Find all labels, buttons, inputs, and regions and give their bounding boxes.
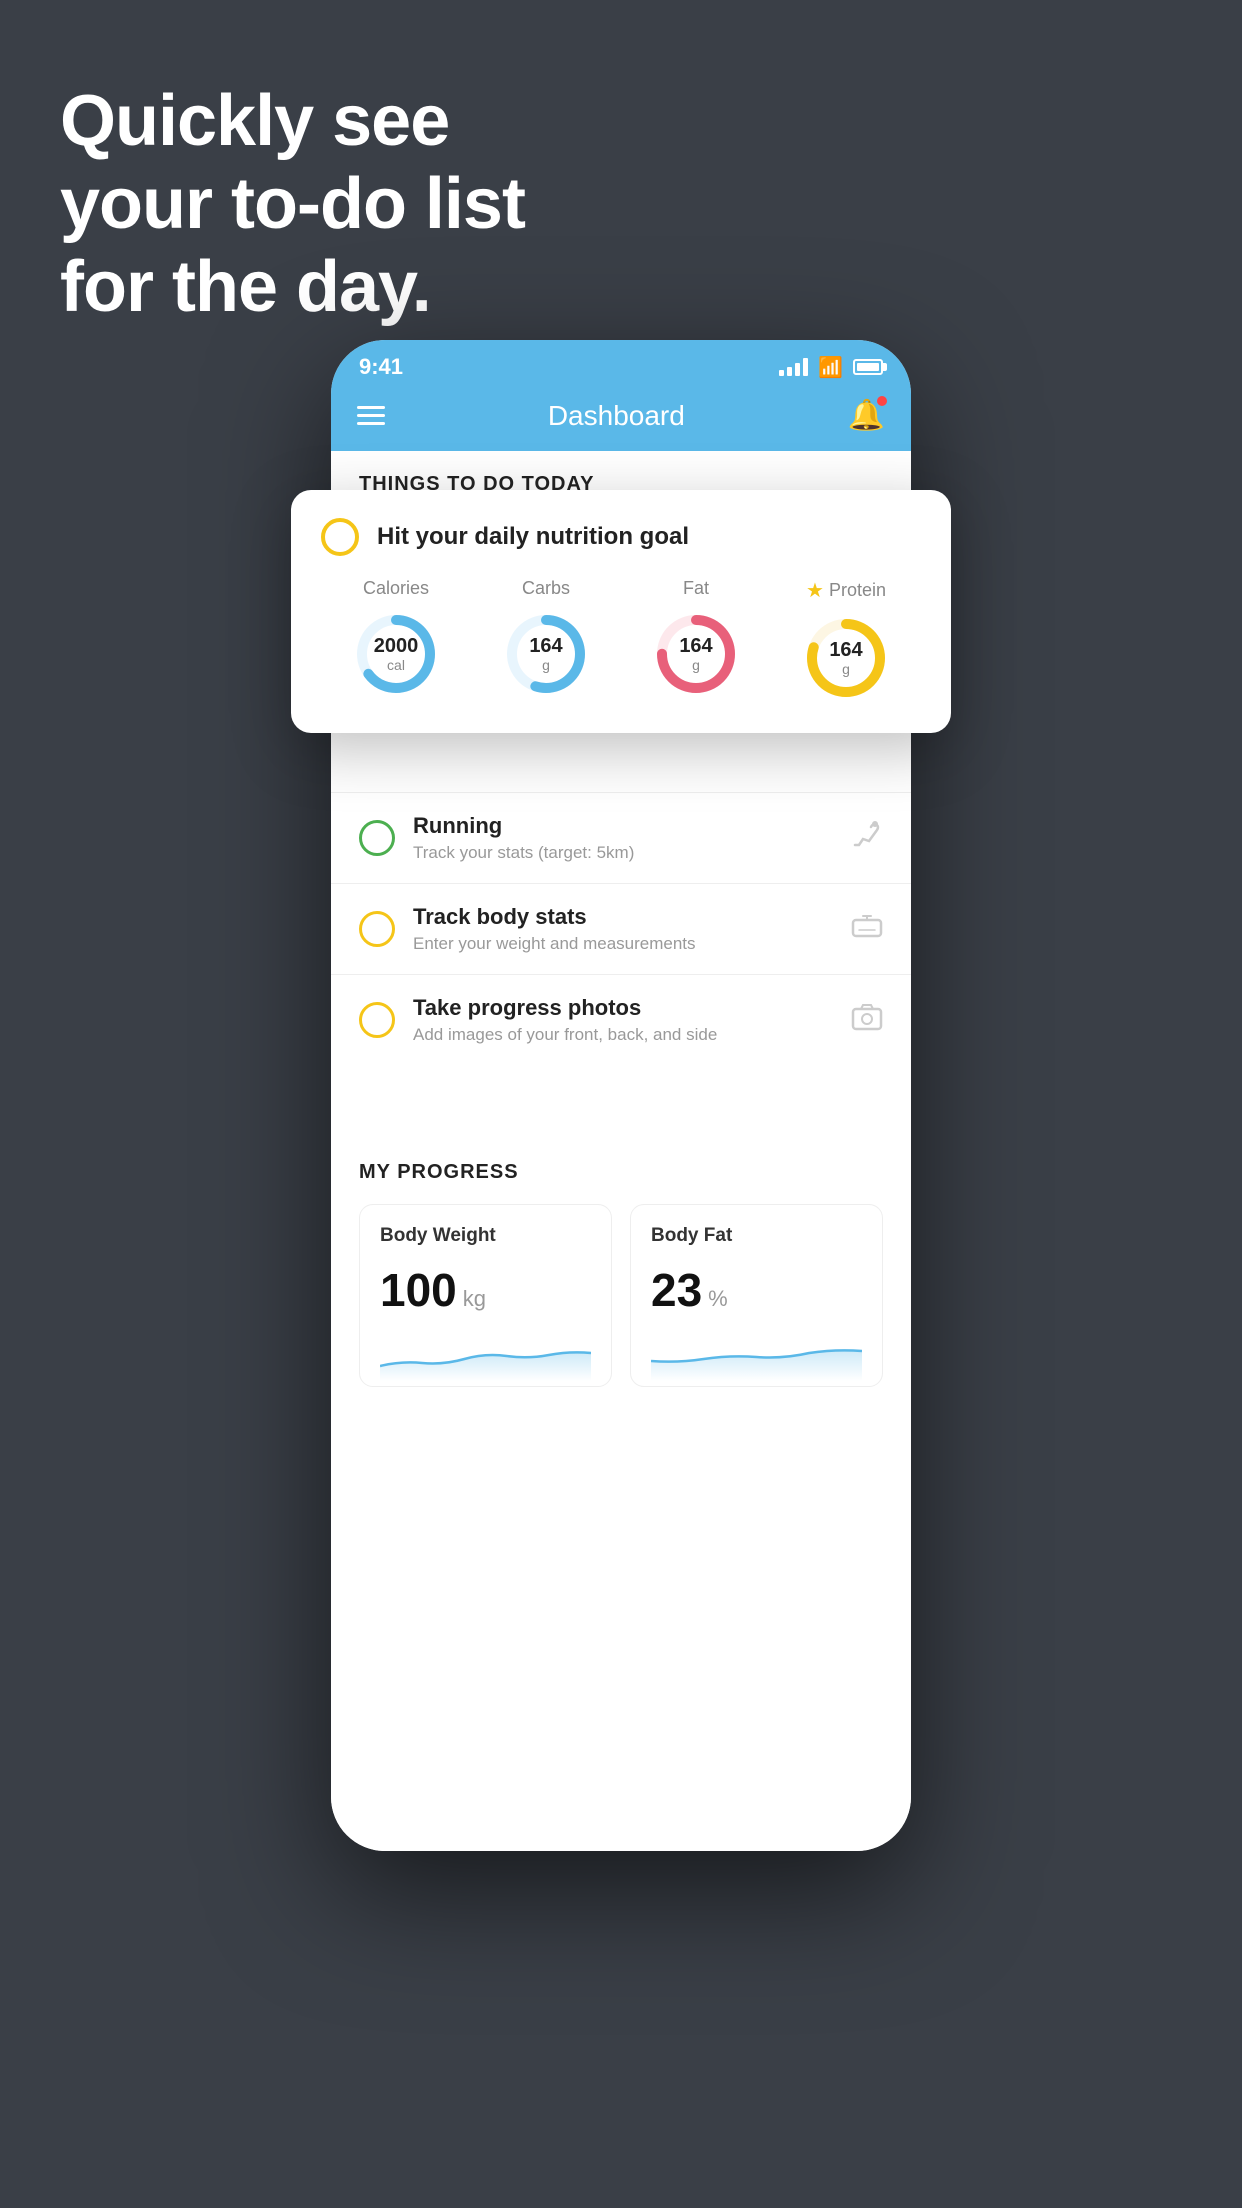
fat-sparkline: [651, 1331, 862, 1381]
progress-section: MY PROGRESS Body Weight 100 kg: [331, 1125, 911, 1415]
menu-button[interactable]: [357, 406, 385, 425]
nutrition-card-header: Hit your daily nutrition goal: [321, 518, 921, 556]
todo-text-photos: Take progress photos Add images of your …: [413, 995, 833, 1045]
fat-donut: 164 g: [651, 609, 741, 699]
list-item[interactable]: Take progress photos Add images of your …: [331, 974, 911, 1065]
hero-line2: your to-do list: [60, 163, 525, 246]
macro-protein: ★ Protein 164 g: [801, 578, 891, 703]
nav-title: Dashboard: [548, 400, 685, 432]
list-item[interactable]: Running Track your stats (target: 5km): [331, 792, 911, 883]
progress-cards: Body Weight 100 kg: [359, 1204, 883, 1387]
todo-checkbox-photos[interactable]: [359, 1002, 395, 1038]
todo-title: Running: [413, 813, 833, 839]
hero-text: Quickly see your to-do list for the day.: [60, 80, 525, 328]
status-bar: 9:41 📶: [331, 340, 911, 388]
todo-subtitle: Add images of your front, back, and side: [413, 1025, 833, 1045]
protein-donut: 164 g: [801, 613, 891, 703]
protein-label: ★ Protein: [806, 578, 886, 603]
weight-unit: kg: [463, 1286, 486, 1312]
notification-dot: [877, 396, 887, 406]
body-fat-value: 23 %: [651, 1263, 862, 1317]
macro-calories: Calories 2000 cal: [351, 578, 441, 699]
todo-title: Take progress photos: [413, 995, 833, 1021]
todo-checkbox-running[interactable]: [359, 820, 395, 856]
body-weight-label: Body Weight: [380, 1225, 591, 1247]
carbs-value: 164 g: [529, 635, 562, 673]
protein-value: 164 g: [829, 639, 862, 677]
calories-donut: 2000 cal: [351, 609, 441, 699]
macro-fat: Fat 164 g: [651, 578, 741, 699]
calories-label: Calories: [363, 578, 429, 599]
body-weight-card[interactable]: Body Weight 100 kg: [359, 1204, 612, 1387]
status-icons: 📶: [779, 355, 883, 380]
spacer: [331, 1065, 911, 1125]
fat-label: Fat: [683, 578, 709, 599]
list-item[interactable]: Track body stats Enter your weight and m…: [331, 883, 911, 974]
time-display: 9:41: [359, 354, 403, 380]
weight-sparkline: [380, 1331, 591, 1381]
body-weight-value: 100 kg: [380, 1263, 591, 1317]
todo-list: Running Track your stats (target: 5km) T…: [331, 792, 911, 1065]
hero-line1: Quickly see: [60, 80, 525, 163]
todo-text-bodystats: Track body stats Enter your weight and m…: [413, 904, 833, 954]
fat-number: 23: [651, 1263, 702, 1317]
body-fat-card[interactable]: Body Fat 23 %: [630, 1204, 883, 1387]
body-fat-label: Body Fat: [651, 1225, 862, 1247]
star-icon: ★: [806, 578, 824, 603]
todo-subtitle: Track your stats (target: 5km): [413, 843, 833, 863]
fat-value: 164 g: [679, 635, 712, 673]
nav-bar: Dashboard 🔔: [331, 388, 911, 451]
todo-text-running: Running Track your stats (target: 5km): [413, 813, 833, 863]
todo-checkbox-bodystats[interactable]: [359, 911, 395, 947]
weight-number: 100: [380, 1263, 457, 1317]
hero-line3: for the day.: [60, 246, 525, 329]
notification-button[interactable]: 🔔: [848, 398, 885, 433]
macros-row: Calories 2000 cal Carbs: [321, 578, 921, 703]
photo-icon: [851, 1003, 883, 1038]
battery-icon: [853, 359, 883, 375]
nutrition-title: Hit your daily nutrition goal: [377, 523, 689, 551]
nutrition-card: Hit your daily nutrition goal Calories 2…: [291, 490, 951, 733]
scale-icon: [851, 912, 883, 947]
todo-title: Track body stats: [413, 904, 833, 930]
running-icon: [851, 821, 883, 856]
signal-icon: [779, 358, 808, 376]
carbs-donut: 164 g: [501, 609, 591, 699]
nutrition-checkbox[interactable]: [321, 518, 359, 556]
macro-carbs: Carbs 164 g: [501, 578, 591, 699]
todo-subtitle: Enter your weight and measurements: [413, 934, 833, 954]
wifi-icon: 📶: [818, 355, 843, 380]
carbs-label: Carbs: [522, 578, 570, 599]
calories-value: 2000 cal: [374, 635, 419, 673]
fat-unit: %: [708, 1286, 728, 1312]
progress-header: MY PROGRESS: [359, 1161, 883, 1184]
